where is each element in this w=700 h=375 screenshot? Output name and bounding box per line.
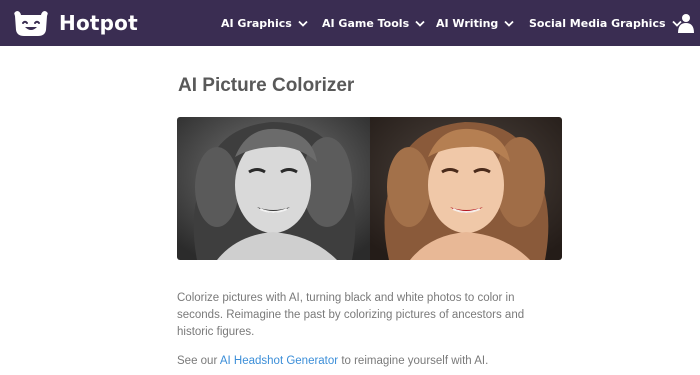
- promo-prefix: See our: [177, 355, 218, 367]
- nav-label: AI Writing: [436, 16, 499, 30]
- chevron-down-icon: [298, 20, 308, 27]
- colorization-comparison-illustration: [177, 117, 562, 260]
- brand-name: Hotpot: [59, 11, 138, 35]
- nav-label: AI Graphics: [221, 16, 292, 30]
- before-after-image: [177, 117, 562, 260]
- promo-suffix: to reimagine yourself with AI.: [341, 355, 489, 367]
- nav-ai-graphics[interactable]: AI Graphics: [221, 0, 308, 46]
- nav-ai-writing[interactable]: AI Writing: [436, 0, 514, 46]
- page-description: Colorize pictures with AI, turning black…: [177, 292, 525, 338]
- page-title: AI Picture Colorizer: [178, 75, 355, 96]
- hotpot-logo-icon: [14, 11, 48, 36]
- ai-headshot-generator-link[interactable]: AI Headshot Generator: [220, 355, 338, 367]
- headshot-promo-line: See our AI Headshot Generator to reimagi…: [177, 353, 488, 370]
- chevron-down-icon: [415, 20, 425, 27]
- colorized-portrait: [370, 117, 562, 260]
- grayscale-portrait: [177, 117, 370, 260]
- chevron-down-icon: [504, 20, 514, 27]
- user-icon[interactable]: [678, 13, 694, 33]
- top-navbar: Hotpot AI Graphics AI Game Tools AI Writ…: [0, 0, 700, 46]
- nav-ai-game-tools[interactable]: AI Game Tools: [322, 0, 425, 46]
- brand-logo[interactable]: Hotpot: [12, 8, 138, 38]
- nav-label: Social Media Graphics: [529, 16, 666, 30]
- nav-label: AI Game Tools: [322, 16, 410, 30]
- nav-social-media-graphics[interactable]: Social Media Graphics: [529, 0, 682, 46]
